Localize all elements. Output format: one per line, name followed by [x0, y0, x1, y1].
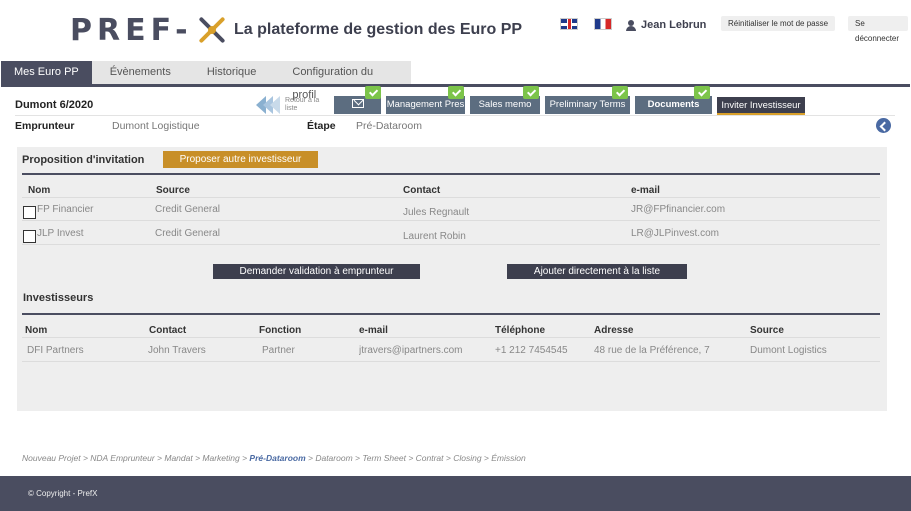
- uk-flag-icon[interactable]: [560, 18, 578, 30]
- deal-divider: [15, 115, 895, 116]
- logo-text: PREF-: [70, 12, 193, 48]
- invitation-name: JLP Invest: [37, 228, 84, 239]
- check-icon: [365, 86, 381, 99]
- borrower-value: Dumont Logistique: [112, 120, 200, 132]
- breadcrumb-before: Nouveau Projet > NDA Emprunteur > Mandat…: [22, 453, 250, 463]
- check-icon: [694, 86, 710, 99]
- stage-value: Pré-Dataroom: [356, 120, 422, 132]
- tab-historique[interactable]: Historique: [189, 61, 275, 84]
- row-select-checkbox[interactable]: [23, 206, 36, 219]
- invitation-contact: Jules Regnault: [403, 207, 470, 218]
- col-source: Source: [156, 185, 190, 196]
- table-divider: [22, 220, 880, 221]
- content-panel: [17, 147, 887, 411]
- propose-investor-button[interactable]: Proposer autre investisseur: [163, 151, 318, 168]
- table-divider: [22, 337, 880, 338]
- tab-configuration-profil[interactable]: Configuration du profil: [274, 61, 411, 101]
- breadcrumb-current: Pré-Dataroom: [249, 453, 306, 463]
- col-nom: Nom: [25, 325, 48, 336]
- footer: [0, 476, 911, 511]
- investor-phone: +1 212 7454545: [495, 345, 568, 356]
- prefx-logo[interactable]: PREF-: [70, 12, 227, 48]
- table-divider: [22, 244, 880, 245]
- col-contact: Contact: [403, 185, 441, 196]
- invitation-header-line: [22, 173, 880, 175]
- platform-tagline: La plateforme de gestion des Euro PP: [234, 21, 523, 38]
- main-nav: Mes Euro PP Évènements Historique Config…: [1, 61, 411, 101]
- table-divider: [22, 361, 880, 362]
- col-email: e-mail: [631, 185, 660, 196]
- reset-password-button[interactable]: Réinitialiser le mot de passe: [721, 16, 836, 31]
- user-icon: [626, 19, 636, 31]
- invitation-section-title: Proposition d'invitation: [22, 154, 145, 166]
- investors-header-line: [22, 313, 880, 315]
- check-icon: [523, 86, 539, 99]
- add-directly-button[interactable]: Ajouter directement à la liste: [507, 264, 687, 279]
- back-to-list-label: Retour à la liste: [285, 97, 320, 112]
- col-nom: Nom: [28, 185, 51, 196]
- col-fonction: Fonction: [259, 325, 302, 336]
- investor-source: Dumont Logistics: [750, 345, 827, 356]
- fr-flag-icon[interactable]: [594, 18, 612, 30]
- investor-contact: John Travers: [148, 345, 206, 356]
- check-icon: [612, 86, 628, 99]
- col-telephone: Téléphone: [495, 325, 546, 336]
- back-arrow-icon: [270, 96, 280, 114]
- back-to-list-button[interactable]: Retour à la liste: [256, 95, 330, 115]
- user-name: Jean Lebrun: [641, 19, 707, 31]
- invitation-email: JR@FPfinancier.com: [631, 204, 726, 215]
- borrower-label: Emprunteur: [15, 120, 75, 132]
- user-menu[interactable]: Jean Lebrun: [626, 19, 706, 31]
- tab-evenements[interactable]: Évènements: [92, 61, 189, 84]
- investor-email: jtravers@ipartners.com: [359, 345, 463, 356]
- logo-x-icon: [197, 15, 227, 45]
- back-arrow-circle-icon[interactable]: [876, 118, 891, 133]
- investors-section-title: Investisseurs: [23, 292, 94, 304]
- invitation-contact: Laurent Robin: [403, 231, 466, 242]
- deal-title: Dumont 6/2020: [15, 99, 94, 111]
- envelope-icon: [351, 99, 364, 108]
- workflow-breadcrumb: Nouveau Projet > NDA Emprunteur > Mandat…: [22, 453, 526, 463]
- investor-address: 48 rue de la Préférence, 7: [594, 345, 710, 356]
- row-select-checkbox[interactable]: [23, 230, 36, 243]
- table-divider: [22, 197, 880, 198]
- col-contact: Contact: [149, 325, 187, 336]
- col-adresse: Adresse: [594, 325, 634, 336]
- investor-function: Partner: [262, 345, 295, 356]
- invitation-source: Credit General: [155, 228, 221, 239]
- breadcrumb-after: > Dataroom > Term Sheet > Contrat > Clos…: [305, 453, 526, 463]
- invitation-email: LR@JLPinvest.com: [631, 228, 719, 239]
- col-source: Source: [750, 325, 784, 336]
- app-root: PREF- La plateforme de gestion des Euro …: [0, 0, 911, 511]
- check-icon: [448, 86, 464, 99]
- invitation-source: Credit General: [155, 204, 221, 215]
- copyright-text: © Copyright - PrefX: [28, 489, 98, 498]
- request-validation-button[interactable]: Demander validation à emprunteur: [213, 264, 420, 279]
- logout-button[interactable]: Se déconnecter: [848, 16, 908, 43]
- invitation-name: FP Financier: [37, 204, 94, 215]
- invite-investor-tab[interactable]: Inviter Investisseur: [717, 97, 805, 115]
- stage-label: Étape: [307, 120, 336, 132]
- tab-mes-euro-pp[interactable]: Mes Euro PP: [1, 61, 92, 84]
- col-email: e-mail: [359, 325, 388, 336]
- investor-name: DFI Partners: [27, 345, 84, 356]
